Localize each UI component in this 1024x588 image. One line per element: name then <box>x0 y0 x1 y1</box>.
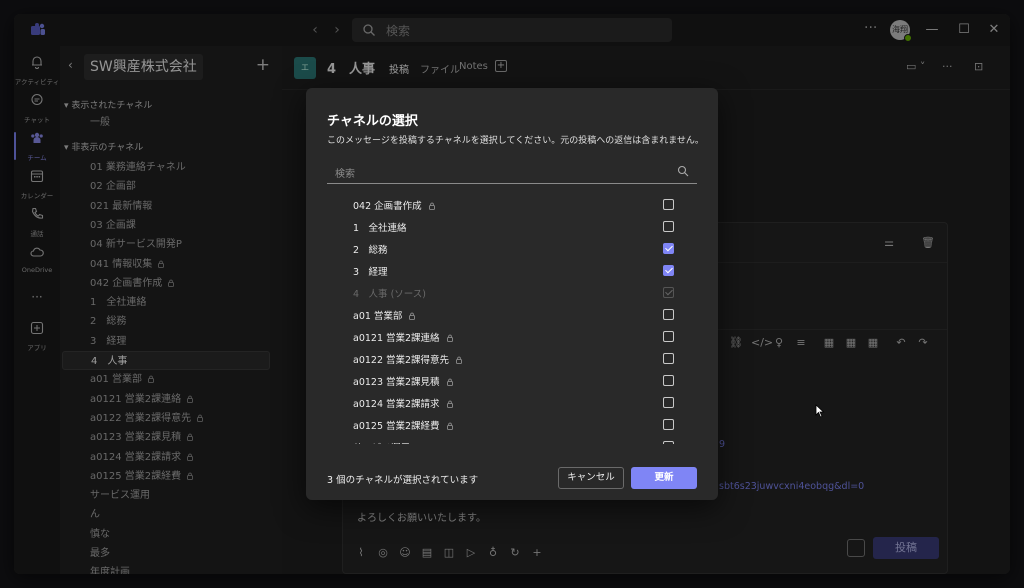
channel-option-text: 2 総務 <box>353 245 388 256</box>
channel-option[interactable]: 3 経理 <box>327 260 697 282</box>
search-icon <box>677 165 689 177</box>
cancel-button[interactable]: キャンセル <box>558 467 624 489</box>
channel-checkbox[interactable] <box>663 265 674 276</box>
channel-checkbox[interactable] <box>663 375 674 386</box>
select-channel-dialog: チャネルの選択 このメッセージを投稿するチャネルを選択してください。元の投稿への… <box>306 88 718 500</box>
private-lock-icon <box>428 202 435 210</box>
dialog-description: このメッセージを投稿するチャネルを選択してください。元の投稿への返信は含まれませ… <box>327 136 704 146</box>
channel-checkbox[interactable] <box>663 243 674 254</box>
channel-option-label: サービス運用 <box>353 440 410 444</box>
channel-checkbox[interactable] <box>663 441 674 444</box>
channel-checkbox[interactable] <box>663 199 674 210</box>
channel-option[interactable]: 2 総務 <box>327 238 697 260</box>
private-lock-icon <box>456 356 462 364</box>
channel-option-label: 1 全社連絡 <box>353 220 407 234</box>
channel-option[interactable]: 042 企画書作成 <box>327 194 697 216</box>
channel-option-text: a0123 営業2課見積 <box>353 377 440 388</box>
channel-option-text: a0125 営業2課経費 <box>353 421 440 432</box>
channel-option-text: 1 全社連絡 <box>353 223 407 234</box>
channel-option-text: 042 企画書作成 <box>353 201 422 212</box>
channel-checkbox[interactable] <box>663 221 674 232</box>
channel-option-label: a0122 営業2課得意先 <box>353 352 463 366</box>
channel-option[interactable]: サービス運用 <box>327 436 697 444</box>
channel-option[interactable]: 1 全社連絡 <box>327 216 697 238</box>
channel-option-label: 4 人事 (ソース) <box>353 286 426 300</box>
channel-option-label: 3 経理 <box>353 264 388 278</box>
dialog-title: チャネルの選択 <box>327 114 418 129</box>
teams-window: ‹ › 検索 ··· 海翔 — ☐ ✕ アクティビティ チャット チーム カレン… <box>14 14 1010 574</box>
channel-checkbox <box>663 287 674 298</box>
channel-checkbox[interactable] <box>663 353 674 364</box>
private-lock-icon <box>409 312 416 320</box>
channel-search-input[interactable]: 検索 <box>327 160 697 184</box>
channel-option[interactable]: a0121 営業2課連絡 <box>327 326 697 348</box>
channel-options-list: 042 企画書作成 1 全社連絡 2 総務 3 経理 4 人事 (ソース) a01 営業部… <box>327 194 697 444</box>
update-button[interactable]: 更新 <box>631 467 697 489</box>
selected-count: 3 個のチャネルが選択されています <box>327 475 479 486</box>
channel-checkbox[interactable] <box>663 309 674 320</box>
channel-option-text: a0124 営業2課請求 <box>353 399 440 410</box>
channel-checkbox[interactable] <box>663 331 674 342</box>
channel-option-label: a0123 営業2課見積 <box>353 374 454 388</box>
channel-option-label: a0124 営業2課請求 <box>353 396 454 410</box>
channel-option: 4 人事 (ソース) <box>327 282 697 304</box>
channel-option-text: a0121 営業2課連絡 <box>353 333 440 344</box>
channel-option-text: 3 経理 <box>353 267 388 278</box>
channel-search-placeholder: 検索 <box>335 169 355 180</box>
channel-option-text: a01 営業部 <box>353 311 403 322</box>
private-lock-icon <box>446 400 453 408</box>
private-lock-icon <box>446 378 453 386</box>
channel-option-text: サービス運用 <box>353 443 410 444</box>
channel-option-label: 2 総務 <box>353 242 388 256</box>
channel-option[interactable]: a0122 営業2課得意先 <box>327 348 697 370</box>
channel-checkbox[interactable] <box>663 419 674 430</box>
channel-option-label: a01 営業部 <box>353 308 416 322</box>
private-lock-icon <box>446 422 453 430</box>
channel-option-label: a0121 営業2課連絡 <box>353 330 454 344</box>
channel-option-text: a0122 営業2課得意先 <box>353 355 450 366</box>
channel-option-label: 042 企画書作成 <box>353 198 436 212</box>
channel-option[interactable]: a0124 営業2課請求 <box>327 392 697 414</box>
channel-checkbox[interactable] <box>663 397 674 408</box>
private-lock-icon <box>446 334 453 342</box>
channel-option[interactable]: a0123 営業2課見積 <box>327 370 697 392</box>
channel-option-text: 4 人事 (ソース) <box>353 289 427 300</box>
mouse-cursor-icon <box>815 404 825 418</box>
channel-option-label: a0125 営業2課経費 <box>353 418 454 432</box>
channel-option[interactable]: a0125 営業2課経費 <box>327 414 697 436</box>
channel-option[interactable]: a01 営業部 <box>327 304 697 326</box>
